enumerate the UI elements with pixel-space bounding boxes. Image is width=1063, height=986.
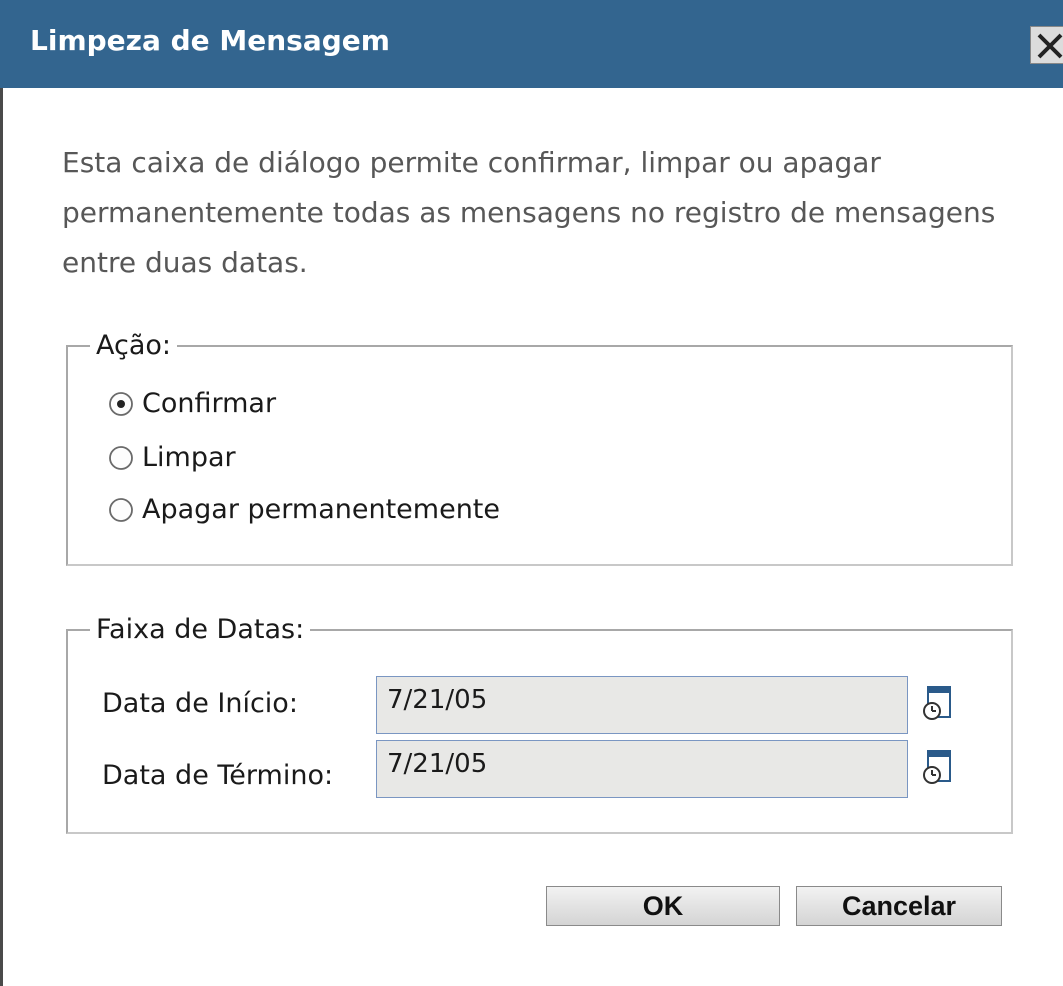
radio-limpar[interactable]: Limpar: [108, 442, 236, 473]
intro-text: Esta caixa de diálogo permite confirmar,…: [62, 146, 996, 279]
start-date-input[interactable]: 7/21/05: [376, 676, 908, 734]
radio-label-confirmar[interactable]: Confirmar: [142, 388, 276, 419]
radio-label-limpar[interactable]: Limpar: [142, 442, 236, 473]
dialog-title: Limpeza de Mensagem: [30, 24, 390, 57]
end-date-label: Data de Término:: [102, 760, 334, 791]
cancel-button[interactable]: Cancelar: [796, 886, 1002, 926]
start-date-label: Data de Início:: [102, 688, 298, 719]
radio-apagar[interactable]: Apagar permanentemente: [108, 494, 500, 525]
close-icon: [1037, 33, 1063, 59]
calendar-icon[interactable]: [922, 686, 952, 720]
radio-unselected-icon[interactable]: [108, 445, 134, 471]
ok-button[interactable]: OK: [546, 886, 780, 926]
dialog-titlebar: Limpeza de Mensagem: [0, 0, 1063, 88]
radio-label-apagar[interactable]: Apagar permanentemente: [142, 494, 500, 525]
action-legend: Ação:: [96, 330, 172, 361]
radio-unselected-icon[interactable]: [108, 497, 134, 523]
end-date-input[interactable]: 7/21/05: [376, 740, 908, 798]
window-border: [0, 88, 10, 986]
radio-confirmar[interactable]: Confirmar: [108, 388, 276, 419]
close-button[interactable]: [1030, 26, 1063, 64]
radio-selected-icon[interactable]: [108, 391, 134, 417]
calendar-icon[interactable]: [922, 750, 952, 784]
date-range-legend: Faixa de Datas:: [96, 614, 305, 645]
